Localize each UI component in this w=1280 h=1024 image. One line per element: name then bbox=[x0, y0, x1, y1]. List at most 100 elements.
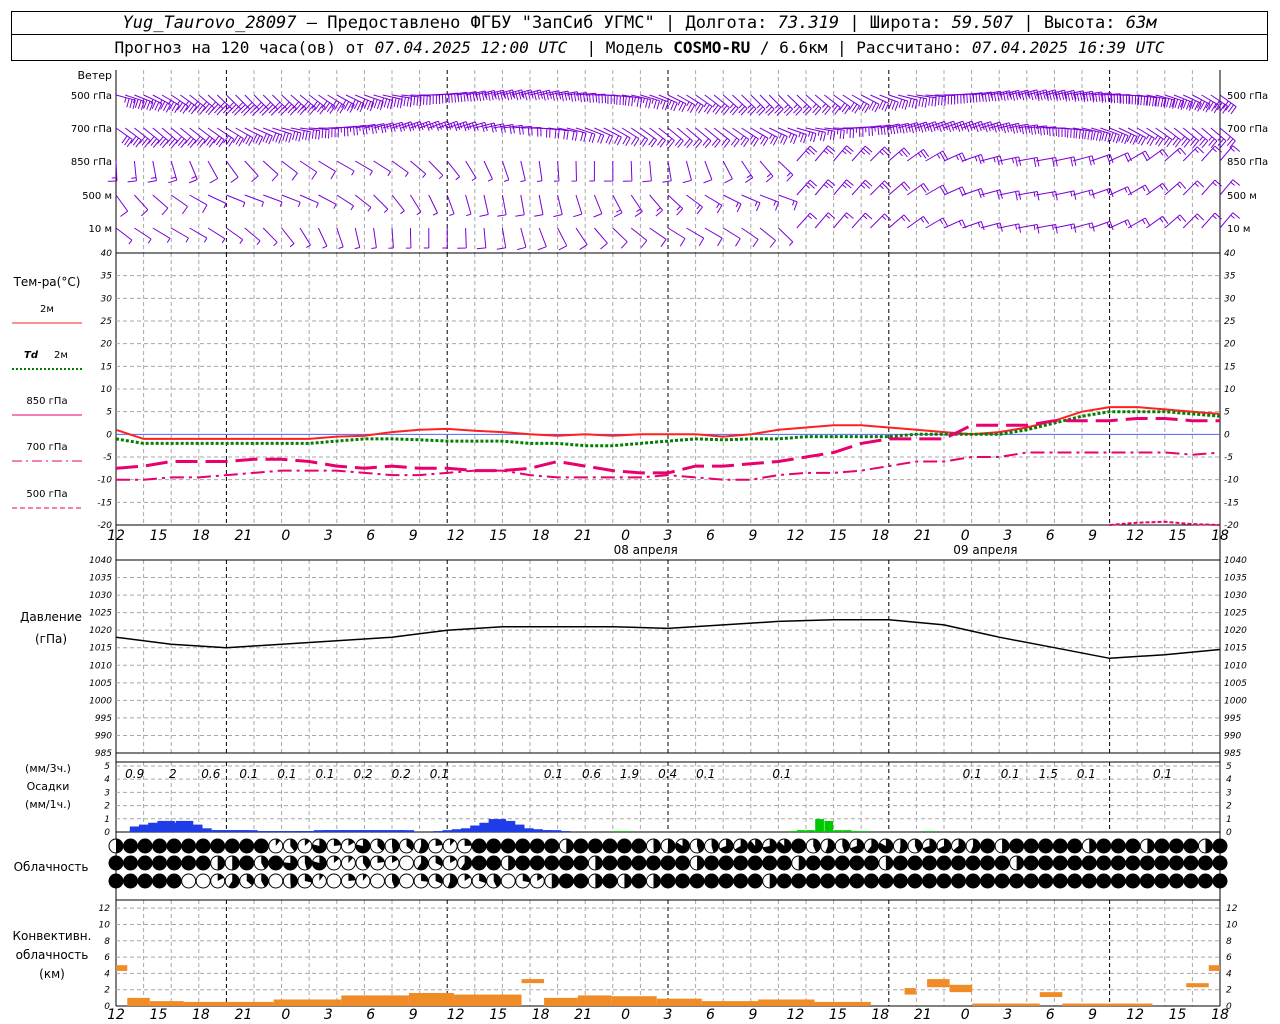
cloud-fill bbox=[1111, 874, 1126, 888]
wind-barb bbox=[630, 127, 649, 147]
temp-y-tick: -10 bbox=[97, 476, 112, 486]
cloud-fill bbox=[1082, 856, 1097, 870]
temp-y-tick-right: 35 bbox=[1224, 272, 1236, 282]
precip-3h-total: 0.1 bbox=[430, 767, 449, 781]
cloud-fill bbox=[522, 874, 530, 883]
conv-bar bbox=[453, 994, 522, 1006]
wind-barb-path bbox=[612, 227, 628, 249]
temp-x-tick: 3 bbox=[324, 528, 333, 544]
cloud-fill bbox=[501, 839, 516, 853]
wind-barb-path bbox=[870, 146, 892, 162]
cloud-fill bbox=[704, 856, 719, 870]
wind-barb bbox=[1045, 127, 1066, 137]
cloud-fill bbox=[675, 856, 690, 870]
conv-x-tick: 12 bbox=[447, 1007, 465, 1023]
wind-barb bbox=[962, 221, 985, 231]
pressure-y-tick: 1020 bbox=[89, 626, 112, 636]
cloud-fill bbox=[798, 856, 806, 871]
conv-title1: Конвективн. bbox=[13, 929, 92, 943]
pressure-y-tick-right: 1030 bbox=[1224, 591, 1247, 601]
date-label: 09 апреля bbox=[953, 543, 1017, 557]
wind-barb bbox=[336, 160, 355, 176]
cloud-fill bbox=[769, 874, 777, 888]
wind-barb-path bbox=[686, 194, 703, 215]
wind-barb bbox=[603, 94, 625, 106]
wind-barb-path bbox=[476, 227, 487, 250]
temp-x-tick: 3 bbox=[664, 528, 673, 544]
conv-x-tick: 12 bbox=[786, 1007, 804, 1023]
wind-barb-path bbox=[457, 227, 467, 249]
wind-barb bbox=[226, 227, 244, 244]
wind-barb-path bbox=[722, 160, 733, 184]
wind-barb-path bbox=[703, 160, 713, 184]
wind-barb bbox=[539, 127, 560, 139]
wind-barb bbox=[501, 160, 510, 182]
temp-y-tick: 35 bbox=[101, 272, 113, 282]
wind-barb bbox=[662, 160, 672, 183]
wind-barb-path bbox=[557, 91, 580, 102]
wind-barb bbox=[943, 120, 967, 132]
wind-barb bbox=[419, 94, 441, 104]
cloud-fill bbox=[631, 856, 646, 870]
cloud-fill bbox=[1147, 839, 1155, 853]
cloud-fill bbox=[1198, 874, 1213, 888]
cloud-fill bbox=[937, 856, 951, 870]
cloud-fill bbox=[791, 874, 806, 888]
cloud-fill bbox=[1183, 839, 1198, 853]
cloud-fill bbox=[210, 839, 225, 853]
precip-3h-total: 0.4 bbox=[658, 767, 677, 781]
cloud-fill bbox=[1053, 874, 1068, 888]
wind-barb bbox=[1127, 184, 1151, 196]
cloud-fill bbox=[1213, 856, 1227, 870]
temp-y-tick-right: -10 bbox=[1224, 476, 1239, 486]
cloud-fill bbox=[1125, 839, 1140, 853]
conv-x-tick: 6 bbox=[366, 1007, 375, 1023]
pressure-y-tick-right: 1010 bbox=[1224, 661, 1247, 671]
wind-barb bbox=[686, 194, 703, 215]
wind-barb-path bbox=[536, 160, 543, 182]
wind-barb-path bbox=[888, 147, 911, 162]
wind-level-label: 500 гПа bbox=[71, 91, 112, 102]
wind-barb bbox=[318, 160, 336, 180]
pressure-y-tick-right: 1005 bbox=[1224, 679, 1247, 689]
cloud-fill bbox=[733, 856, 748, 870]
pressure-y-tick: 995 bbox=[95, 714, 112, 724]
wind-barb bbox=[612, 194, 623, 218]
wind-barb bbox=[759, 227, 776, 248]
cloud-fill bbox=[1154, 839, 1169, 853]
wind-barb-path bbox=[1054, 156, 1077, 167]
cloud-fill bbox=[806, 856, 821, 870]
cloud-fill bbox=[109, 874, 123, 888]
wind-barb-path bbox=[520, 160, 526, 183]
wind-barb bbox=[388, 227, 394, 249]
wind-barb bbox=[695, 94, 713, 115]
wind-barb bbox=[589, 161, 595, 182]
wind-barb bbox=[534, 194, 544, 217]
conv-bar bbox=[1208, 965, 1220, 971]
wind-barb bbox=[851, 145, 873, 162]
wind-barb bbox=[281, 194, 301, 208]
wind-barb-path bbox=[759, 194, 780, 211]
cloud-fill bbox=[464, 839, 472, 846]
wind-barb-path bbox=[640, 127, 658, 148]
temp-x-tick: 3 bbox=[1003, 528, 1012, 544]
cloud-symbol bbox=[326, 873, 342, 889]
conv-y-tick-right: 6 bbox=[1226, 953, 1232, 963]
wind-barb-path bbox=[262, 160, 279, 182]
wind-barb-path bbox=[943, 94, 965, 104]
precip-3h-total: 0.1 bbox=[1077, 767, 1096, 781]
wind-level-label: 10 м bbox=[89, 224, 112, 235]
wind-barb-path bbox=[999, 190, 1022, 201]
cloud-fill bbox=[980, 839, 995, 853]
cloud-fill bbox=[1082, 874, 1097, 888]
wind-barb-path bbox=[667, 194, 684, 216]
conv-y-tick-right: 2 bbox=[1226, 986, 1232, 996]
conv-bar bbox=[972, 1003, 1040, 1006]
precip-y-tick: 5 bbox=[104, 762, 110, 772]
wind-barb bbox=[317, 227, 328, 249]
wind-barb bbox=[814, 212, 836, 229]
wind-barb bbox=[371, 227, 377, 249]
cloud-fill bbox=[1067, 839, 1082, 853]
wind-barb bbox=[520, 127, 542, 137]
wind-barb-path bbox=[515, 194, 525, 217]
